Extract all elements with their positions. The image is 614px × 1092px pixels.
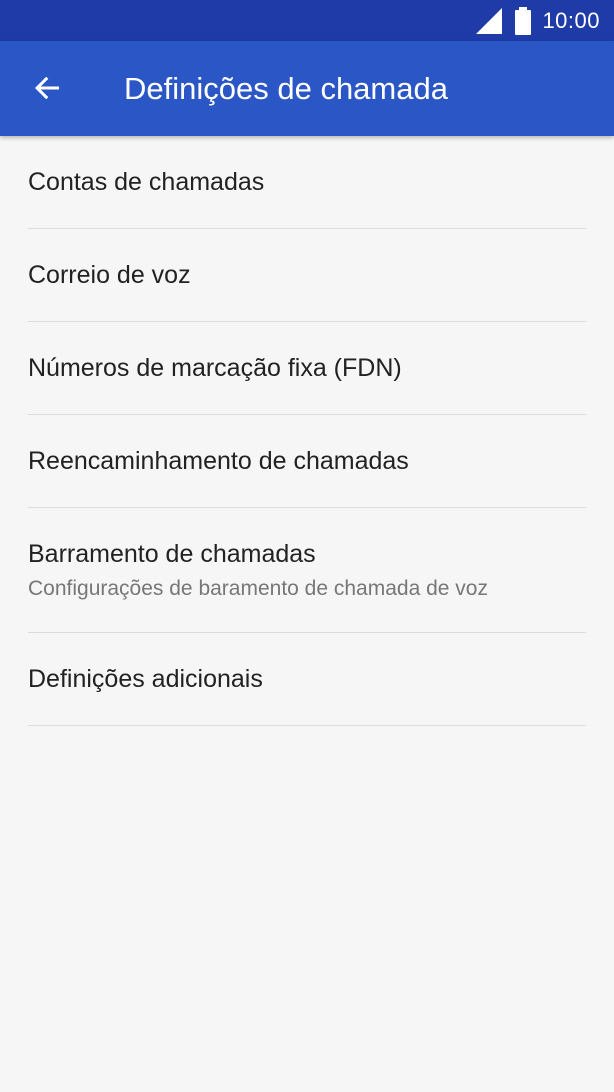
settings-item-call-forwarding[interactable]: Reencaminhamento de chamadas [28,415,586,508]
settings-item-call-accounts[interactable]: Contas de chamadas [28,136,586,229]
settings-item-call-barring[interactable]: Barramento de chamadas Configurações de … [28,508,586,633]
status-bar: 10:00 [0,0,614,41]
clock: 10:00 [542,7,600,33]
arrow-back-icon [32,73,62,108]
list-item-title: Contas de chamadas [28,167,265,196]
list-item-subtitle: Configurações de baramento de chamada de… [28,576,488,600]
settings-list: Contas de chamadas Correio de voz Número… [0,136,614,726]
list-item-title: Barramento de chamadas [28,539,316,568]
app-bar: Definições de chamada [0,41,614,136]
list-item-title: Definições adicionais [28,664,263,693]
list-item-title: Números de marcação fixa (FDN) [28,353,402,382]
settings-item-additional-settings[interactable]: Definições adicionais [28,633,586,726]
list-item-title: Reencaminhamento de chamadas [28,446,409,475]
settings-item-fixed-dialing-numbers[interactable]: Números de marcação fixa (FDN) [28,322,586,415]
signal-icon [474,6,504,36]
list-item-title: Correio de voz [28,260,191,289]
page-title: Definições de chamada [124,70,448,106]
status-icons: 10:00 [474,0,600,41]
back-button[interactable] [22,65,72,115]
settings-item-voicemail[interactable]: Correio de voz [28,229,586,322]
battery-icon [514,6,532,35]
